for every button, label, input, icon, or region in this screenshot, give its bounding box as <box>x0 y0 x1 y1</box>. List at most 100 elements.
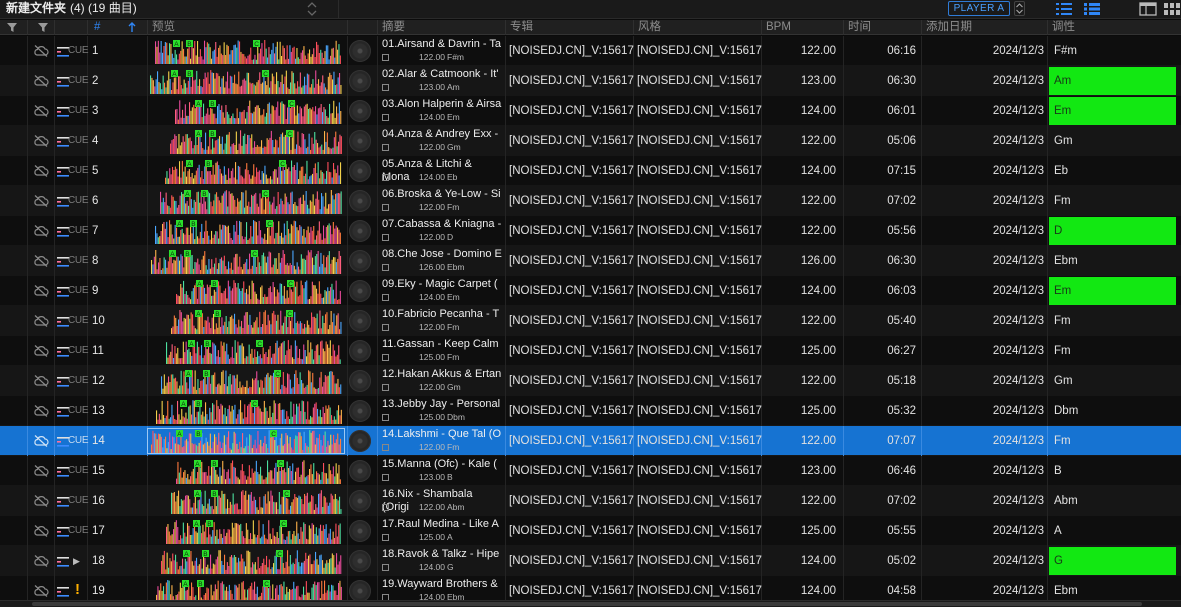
cloud-off-icon[interactable] <box>33 374 49 388</box>
checkbox[interactable] <box>382 114 389 121</box>
checkbox[interactable] <box>382 564 389 571</box>
waveform-preview[interactable]: A B C <box>147 218 345 244</box>
checkbox[interactable] <box>382 54 389 61</box>
header-summary[interactable]: 摘要 <box>377 20 505 35</box>
waveform-preview[interactable]: A B C <box>147 308 345 334</box>
grid-view-icon[interactable] <box>1163 2 1181 16</box>
header-number[interactable]: # <box>87 20 147 35</box>
header-date-added[interactable]: 添加日期 <box>921 20 1047 35</box>
horizontal-scrollbar[interactable] <box>0 600 1181 607</box>
checkbox[interactable] <box>382 504 389 511</box>
svg-text:B: B <box>212 491 216 498</box>
cloud-off-icon[interactable] <box>33 554 49 568</box>
cloud-off-icon[interactable] <box>33 164 49 178</box>
track-row[interactable]: CUE 2 A B C 02.Alar & Catmoonk - It' 123.00 Am[… <box>0 66 1181 96</box>
track-row[interactable]: CUE 11 A B C 11.Gassan - Keep Calm 125.00 Fm [NO… <box>0 336 1181 366</box>
cloud-off-icon[interactable] <box>33 74 49 88</box>
folder-sort-arrows-icon[interactable] <box>306 1 318 17</box>
cloud-off-icon[interactable] <box>33 464 49 478</box>
track-row[interactable]: CUE 13 A B C 13.Jebby Jay - Personal 125.00 Dbm… <box>0 396 1181 426</box>
waveform-preview[interactable]: A B C <box>147 338 345 364</box>
cloud-off-icon[interactable] <box>33 404 49 418</box>
track-row[interactable]: CUE 12 A B C 12.Hakan Akkus & Ertan 122.00 Gm [N… <box>0 366 1181 396</box>
header-status[interactable] <box>54 20 87 35</box>
checkbox[interactable] <box>382 204 389 211</box>
waveform-preview[interactable]: A B C <box>147 38 345 64</box>
checkbox[interactable] <box>382 294 389 301</box>
checkbox[interactable] <box>382 324 389 331</box>
filter-icon-secondary[interactable] <box>27 20 54 35</box>
waveform-preview[interactable]: A B C <box>147 368 345 394</box>
cloud-off-icon[interactable] <box>33 494 49 508</box>
waveform-preview[interactable]: A B C <box>147 548 345 574</box>
checkbox[interactable] <box>382 534 389 541</box>
header-artwork[interactable] <box>347 20 377 35</box>
track-row[interactable]: CUE 9 A B C 09.Eky - Magic Carpet (124.00 Em [N… <box>0 276 1181 306</box>
checkbox[interactable] <box>382 174 389 181</box>
cloud-off-icon[interactable] <box>33 284 49 298</box>
waveform-preview[interactable]: A B C <box>147 248 345 274</box>
waveform-preview[interactable]: A B C <box>147 428 345 454</box>
checkbox[interactable] <box>382 264 389 271</box>
detail-list-view-icon[interactable] <box>1083 2 1101 16</box>
track-summary-sub: 125.00 Fm <box>382 352 459 363</box>
waveform-preview[interactable]: A B C <box>147 68 345 94</box>
checkbox[interactable] <box>382 144 389 151</box>
player-select-arrows-icon[interactable] <box>1014 1 1025 16</box>
filter-icon[interactable] <box>0 20 27 35</box>
track-row[interactable]: CUE 16 A B C 16.Nix - Shambala (Origi 122.00 Ab… <box>0 486 1181 516</box>
waveform-preview[interactable]: A B C <box>147 398 345 424</box>
player-select-button[interactable]: PLAYER A <box>948 1 1010 16</box>
checkbox[interactable] <box>382 444 389 451</box>
track-date: 2024/12/3 <box>992 585 1044 597</box>
waveform-preview[interactable]: A B C <box>147 158 345 184</box>
cloud-off-icon[interactable] <box>33 344 49 358</box>
waveform-preview[interactable]: A B C <box>147 98 345 124</box>
track-row[interactable]: CUE 17 A B C 17.Raul Medina - Like A 125.00 A [N… <box>0 516 1181 546</box>
track-row[interactable]: CUE 14 A B C 14.Lakshmi - Que Tal (O 122.00 Fm[… <box>0 426 1181 456</box>
track-row[interactable]: CUE 8 A B C 08.Che Jose - Domino E 126.00 Ebm [N… <box>0 246 1181 276</box>
header-genre[interactable]: 风格 <box>633 20 761 35</box>
header-album[interactable]: 专辑 <box>505 20 633 35</box>
track-row[interactable]: CUE 4 A B C 04.Anza & Andrey Exx -122.00 Gm [NO… <box>0 126 1181 156</box>
waveform-preview[interactable]: A B C <box>147 188 345 214</box>
checkbox[interactable] <box>382 414 389 421</box>
waveform-preview[interactable]: A B C <box>147 278 345 304</box>
waveform-preview[interactable]: A B C <box>147 518 345 544</box>
checkbox[interactable] <box>382 234 389 241</box>
checkbox[interactable] <box>382 384 389 391</box>
list-view-icon[interactable] <box>1055 2 1073 16</box>
cloud-off-icon[interactable] <box>33 524 49 538</box>
checkbox[interactable] <box>382 84 389 91</box>
column-view-icon[interactable] <box>1139 2 1157 16</box>
track-row[interactable]: CUE 15 A B C 15.Manna (Ofc) - Kale (123.00 B [N… <box>0 456 1181 486</box>
track-row[interactable]: CUE 7 A B C 07.Cabassa & Kniagna -122.00 D [NOI… <box>0 216 1181 246</box>
waveform-preview[interactable]: A B C <box>147 458 345 484</box>
track-row[interactable]: CUE 5 A B C 05.Anza & Litchi & Mona 124.00 Eb [N… <box>0 156 1181 186</box>
cloud-off-icon[interactable] <box>33 134 49 148</box>
header-time[interactable]: 时间 <box>843 20 921 35</box>
cloud-off-icon[interactable] <box>33 314 49 328</box>
waveform-preview[interactable]: A B C <box>147 128 345 154</box>
track-row[interactable]: CUE 10 A B C 10.Fabricio Pecanha - T 122.00 Fm[… <box>0 306 1181 336</box>
track-row[interactable]: CUE 1 A B C 01.Airsand & Davrin - Ta 122.00 F#m… <box>0 36 1181 66</box>
cloud-off-icon[interactable] <box>33 104 49 118</box>
scrollbar-thumb[interactable] <box>32 602 1142 606</box>
track-row[interactable]: CUE 6 A B C 06.Broska & Ye-Low - Si 122.00 Fm [N… <box>0 186 1181 216</box>
track-key: Gm <box>1054 135 1073 147</box>
cloud-off-icon[interactable] <box>33 44 49 58</box>
cloud-off-icon[interactable] <box>33 434 49 448</box>
cloud-off-icon[interactable] <box>33 254 49 268</box>
cloud-off-icon[interactable] <box>33 584 49 598</box>
header-preview[interactable]: 预览 <box>147 20 347 35</box>
checkbox[interactable] <box>382 354 389 361</box>
cloud-off-icon[interactable] <box>33 224 49 238</box>
track-row[interactable]: CUE 3 A B C 03.Alon Halperin & Airsa 124.00 Em[… <box>0 96 1181 126</box>
track-row[interactable]: ▶ 18 A B C 18.Ravok & Talkz - Hipe 124.00 G [NOI… <box>0 546 1181 576</box>
cloud-off-icon[interactable] <box>33 194 49 208</box>
waveform-preview[interactable]: A B C <box>147 488 345 514</box>
checkbox[interactable] <box>382 474 389 481</box>
header-bpm[interactable]: BPM <box>761 20 843 35</box>
track-list[interactable]: CUE 1 A B C 01.Airsand & Davrin - Ta 122.00 F#m… <box>0 36 1181 606</box>
header-key[interactable]: 调性 <box>1047 20 1181 35</box>
